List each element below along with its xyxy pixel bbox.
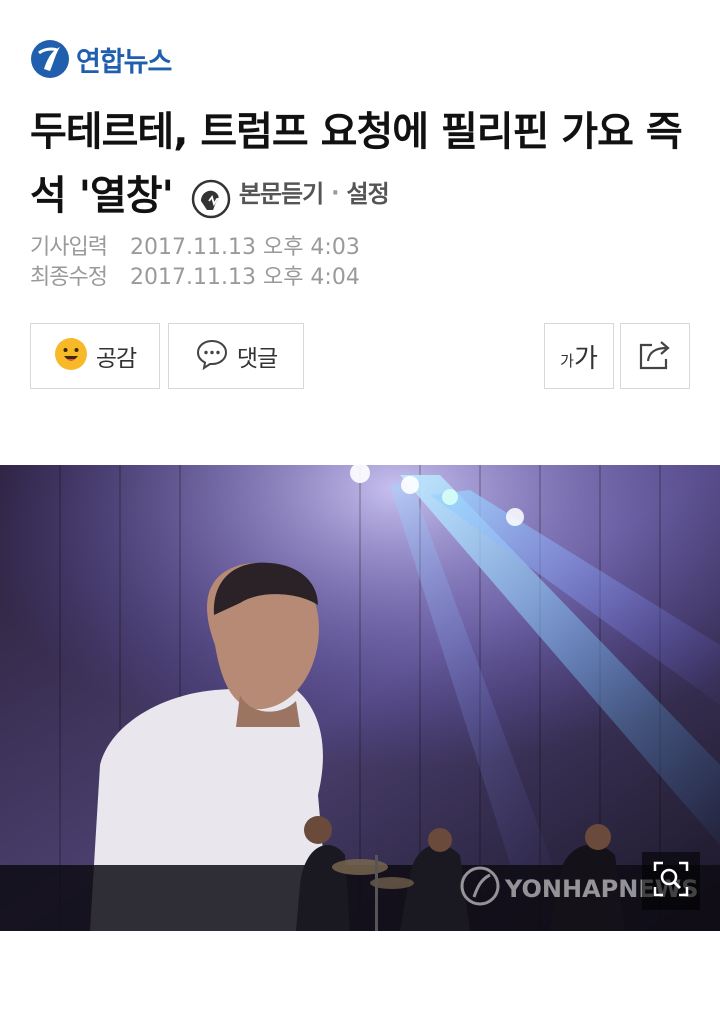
brand-name[interactable]: 연합뉴스 bbox=[76, 40, 172, 79]
tts-controls: 본문듣기 · 설정 bbox=[191, 162, 390, 226]
like-button[interactable]: 공감 bbox=[30, 323, 160, 389]
font-small-glyph: 가 bbox=[560, 351, 574, 370]
article-title: 두테르테, 트럼프 요청에 필리핀 가요 즉석 '열창' 본문듣기 · 설정 bbox=[30, 100, 700, 230]
font-big-glyph: 가 bbox=[573, 343, 598, 374]
site-header: 연합뉴스 bbox=[30, 36, 172, 82]
published-value: 2017.11.13 오후 4:03 bbox=[130, 235, 360, 260]
updated-row: 최종수정 2017.11.13 오후 4:04 bbox=[30, 263, 360, 293]
yonhap-logo-icon[interactable] bbox=[30, 39, 70, 79]
share-button[interactable] bbox=[620, 323, 690, 389]
updated-label: 최종수정 bbox=[30, 265, 108, 290]
comment-label: 댓글 bbox=[236, 346, 278, 372]
comment-button[interactable]: 댓글 bbox=[168, 323, 304, 389]
updated-value: 2017.11.13 오후 4:04 bbox=[130, 265, 360, 290]
comment-bubble-icon bbox=[195, 337, 229, 375]
zoom-icon bbox=[651, 859, 691, 903]
published-label: 기사입력 bbox=[30, 235, 108, 260]
tts-separator: · bbox=[331, 181, 339, 206]
smiley-icon bbox=[54, 337, 88, 375]
font-size-button[interactable]: 가 가 bbox=[544, 323, 614, 389]
published-row: 기사입력 2017.11.13 오후 4:03 bbox=[30, 233, 360, 263]
article-meta: 기사입력 2017.11.13 오후 4:03 최종수정 2017.11.13 … bbox=[30, 233, 360, 293]
photo-zoom-button[interactable] bbox=[642, 852, 700, 910]
like-label: 공감 bbox=[95, 346, 137, 372]
listen-button[interactable]: 본문듣기 bbox=[239, 162, 324, 226]
article-photo[interactable]: YONHAPNEWS bbox=[0, 465, 720, 931]
listen-icon[interactable] bbox=[191, 174, 231, 219]
tts-settings-button[interactable]: 설정 bbox=[347, 162, 390, 226]
share-icon bbox=[636, 337, 674, 375]
